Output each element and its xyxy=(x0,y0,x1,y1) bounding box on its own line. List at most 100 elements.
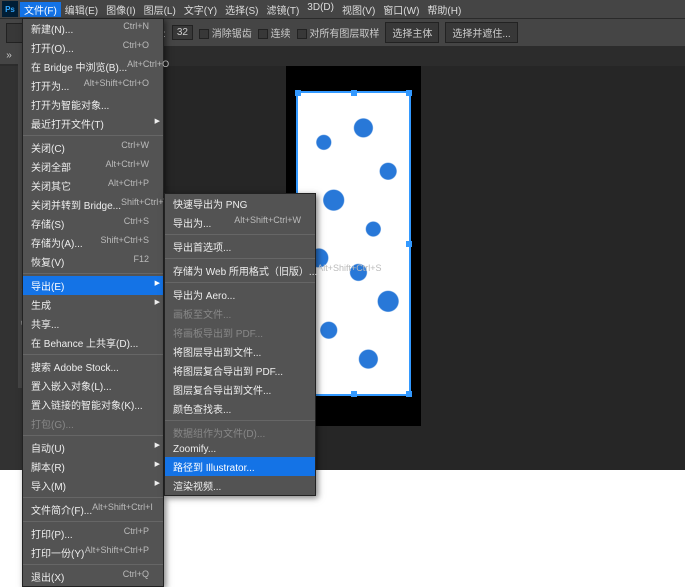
menu-item-shortcut: Alt+Ctrl+P xyxy=(108,178,149,193)
menu-item-label: 恢复(V) xyxy=(31,254,64,269)
menu-窗口(W)[interactable]: 窗口(W) xyxy=(379,2,423,17)
menu-item-label: 新建(N)... xyxy=(31,21,73,36)
file_menu-item[interactable]: 打开为...Alt+Shift+Ctrl+O xyxy=(23,76,163,95)
menu-item-shortcut: Ctrl+W xyxy=(121,140,149,155)
menu-item-label: 搜索 Adobe Stock... xyxy=(31,359,119,374)
menu-视图(V)[interactable]: 视图(V) xyxy=(338,2,379,17)
export_menu-item[interactable]: 颜色查找表... xyxy=(165,399,315,418)
file_menu-item[interactable]: 在 Bridge 中浏览(B)...Alt+Ctrl+O xyxy=(23,57,163,76)
menu-separator xyxy=(165,258,315,259)
menu-编辑(E)[interactable]: 编辑(E) xyxy=(61,2,102,17)
menu-item-label: 打印(P)... xyxy=(31,526,73,541)
menu-item-label: 最近打开文件(T) xyxy=(31,116,104,131)
file_menu-item[interactable]: 存储(S)Ctrl+S xyxy=(23,214,163,233)
export_menu-item[interactable]: 路径到 Illustrator... xyxy=(165,457,315,476)
menu-item-shortcut: Alt+Shift+Ctrl+W xyxy=(234,215,301,230)
file_menu-item[interactable]: 在 Behance 上共享(D)... xyxy=(23,333,163,352)
menu-文字(Y)[interactable]: 文字(Y) xyxy=(180,2,221,17)
file_menu-item[interactable]: 搜索 Adobe Stock... xyxy=(23,357,163,376)
export_menu-item[interactable]: 图层复合导出到文件... xyxy=(165,380,315,399)
select-mask-button[interactable]: 选择并遮住... xyxy=(445,22,517,43)
menu-图像(I)[interactable]: 图像(I) xyxy=(102,2,139,17)
menu-separator xyxy=(23,521,163,522)
transform-handle[interactable] xyxy=(351,90,357,96)
file_menu-item: 打包(G)... xyxy=(23,414,163,433)
menu-item-shortcut: Ctrl+S xyxy=(124,216,149,231)
menu-item-label: 脚本(R) xyxy=(31,459,65,474)
menu-separator xyxy=(165,420,315,421)
menu-item-label: 置入嵌入对象(L)... xyxy=(31,378,112,393)
all-layers-checkbox[interactable] xyxy=(297,29,307,39)
transform-handle[interactable] xyxy=(406,90,412,96)
file-menu-dropdown: 新建(N)...Ctrl+N打开(O)...Ctrl+O在 Bridge 中浏览… xyxy=(22,18,164,587)
file_menu-item[interactable]: 导出(E) xyxy=(23,276,163,295)
menu-item-label: 打印一份(Y) xyxy=(31,545,84,560)
file_menu-item[interactable]: 关闭并转到 Bridge...Shift+Ctrl+W xyxy=(23,195,163,214)
export_menu-item[interactable]: 导出为 Aero... xyxy=(165,285,315,304)
export_menu-item[interactable]: Zoomify... xyxy=(165,442,315,457)
tolerance-input[interactable]: 32 xyxy=(172,25,193,40)
file_menu-item[interactable]: 打开为智能对象... xyxy=(23,95,163,114)
export_menu-item[interactable]: 存储为 Web 所用格式（旧版）...Alt+Shift+Ctrl+S xyxy=(165,261,315,280)
file_menu-item[interactable]: 关闭全部Alt+Ctrl+W xyxy=(23,157,163,176)
file_menu-item[interactable]: 置入嵌入对象(L)... xyxy=(23,376,163,395)
menu-item-label: 关闭并转到 Bridge... xyxy=(31,197,121,212)
menu-item-label: 打开(O)... xyxy=(31,40,74,55)
tool-icon[interactable]: » xyxy=(0,46,18,64)
file_menu-item[interactable]: 打印(P)... Ctrl+P xyxy=(23,524,163,543)
menu-item-label: 存储为(A)... xyxy=(31,235,83,250)
menu-item-shortcut: Alt+Shift+Ctrl+O xyxy=(84,78,149,93)
file_menu-item[interactable]: 导入(M) xyxy=(23,476,163,495)
export_menu-item[interactable]: 导出首选项... xyxy=(165,237,315,256)
file_menu-item[interactable]: 存储为(A)...Shift+Ctrl+S xyxy=(23,233,163,252)
menu-文件(F)[interactable]: 文件(F) xyxy=(20,2,61,17)
menu-item-shortcut: Alt+Ctrl+O xyxy=(127,59,169,74)
select-subject-button[interactable]: 选择主体 xyxy=(385,22,439,43)
menu-3D(D)[interactable]: 3D(D) xyxy=(303,2,338,17)
file_menu-item[interactable]: 打印一份(Y)Alt+Shift+Ctrl+P xyxy=(23,543,163,562)
export_menu-item[interactable]: 快速导出为 PNG xyxy=(165,194,315,213)
transform-handle[interactable] xyxy=(406,241,412,247)
file_menu-item[interactable]: 关闭其它 Alt+Ctrl+P xyxy=(23,176,163,195)
menu-separator xyxy=(23,135,163,136)
menu-item-label: 导出为... xyxy=(173,215,211,230)
menu-item-shortcut: Ctrl+P xyxy=(124,526,149,541)
file_menu-item[interactable]: 最近打开文件(T) xyxy=(23,114,163,133)
file_menu-item[interactable]: 恢复(V) F12 xyxy=(23,252,163,271)
menu-item-label: 关闭其它 xyxy=(31,178,71,193)
menu-选择(S)[interactable]: 选择(S) xyxy=(221,2,262,17)
file_menu-item[interactable]: 置入链接的智能对象(K)... xyxy=(23,395,163,414)
transform-handle[interactable] xyxy=(406,391,412,397)
menu-item-label: 在 Bridge 中浏览(B)... xyxy=(31,59,127,74)
menu-滤镜(T)[interactable]: 滤镜(T) xyxy=(263,2,304,17)
menu-separator xyxy=(165,282,315,283)
file_menu-item[interactable]: 脚本(R) xyxy=(23,457,163,476)
menu-item-label: Zoomify... xyxy=(173,444,216,455)
export_menu-item[interactable]: 将图层导出到文件... xyxy=(165,342,315,361)
menu-item-label: 打开为智能对象... xyxy=(31,97,109,112)
export_menu-item[interactable]: 将图层复合导出到 PDF... xyxy=(165,361,315,380)
file_menu-item[interactable]: 退出(X)Ctrl+Q xyxy=(23,567,163,586)
file_menu-item[interactable]: 生成 xyxy=(23,295,163,314)
file_menu-item[interactable]: 共享... xyxy=(23,314,163,333)
transform-handle[interactable] xyxy=(351,391,357,397)
file_menu-item[interactable]: 新建(N)...Ctrl+N xyxy=(23,19,163,38)
transform-handle[interactable] xyxy=(295,90,301,96)
menu-图层(L)[interactable]: 图层(L) xyxy=(140,2,180,17)
export_menu-item: 画板至文件... xyxy=(165,304,315,323)
file_menu-item[interactable]: 打开(O)...Ctrl+O xyxy=(23,38,163,57)
photoshop-app: Ps 文件(F)编辑(E)图像(I)图层(L)文字(Y)选择(S)滤镜(T)3D… xyxy=(0,0,685,470)
menu-item-shortcut: F12 xyxy=(133,254,149,269)
menu-item-label: 置入链接的智能对象(K)... xyxy=(31,397,143,412)
file_menu-item[interactable]: 关闭(C)Ctrl+W xyxy=(23,138,163,157)
menu-separator xyxy=(165,234,315,235)
file_menu-item[interactable]: 文件简介(F)...Alt+Shift+Ctrl+I xyxy=(23,500,163,519)
antialias-checkbox[interactable] xyxy=(199,29,209,39)
contiguous-checkbox[interactable] xyxy=(258,29,268,39)
menu-item-label: 颜色查找表... xyxy=(173,401,231,416)
file_menu-item[interactable]: 自动(U) xyxy=(23,438,163,457)
menu-item-label: 画板至文件... xyxy=(173,306,231,321)
export_menu-item[interactable]: 导出为... Alt+Shift+Ctrl+W xyxy=(165,213,315,232)
menu-帮助(H)[interactable]: 帮助(H) xyxy=(423,2,465,17)
export_menu-item[interactable]: 渲染视频... xyxy=(165,476,315,495)
